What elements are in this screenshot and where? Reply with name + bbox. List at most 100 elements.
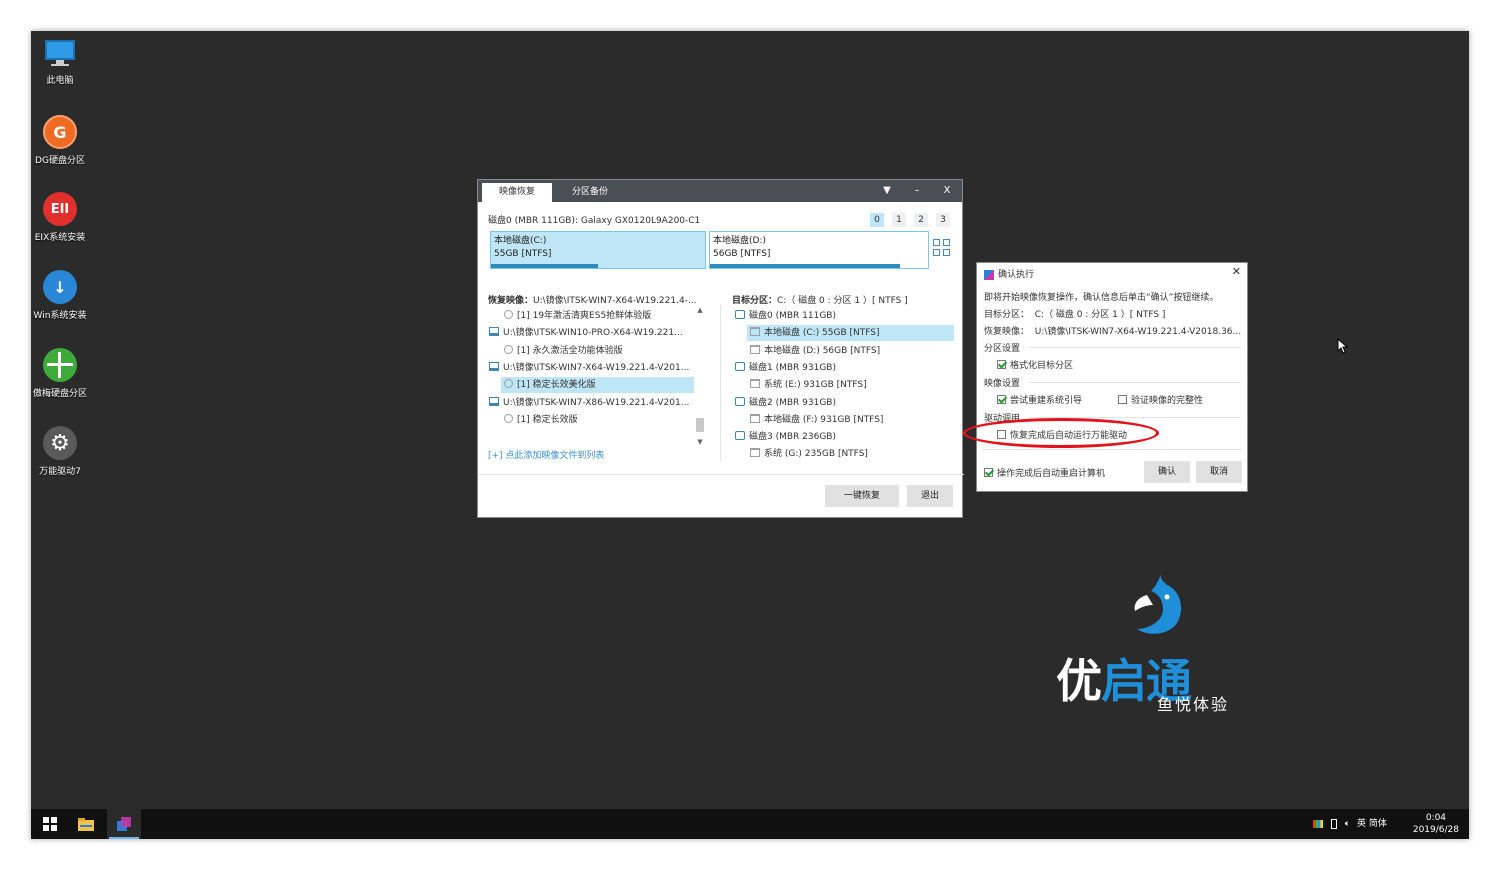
tree-row[interactable]: 本地磁盘 (F:) 931GB [NTFS] — [747, 412, 954, 428]
tree-row-label: 本地磁盘 (C:) 55GB [NTFS] — [764, 328, 880, 339]
disk-number-button[interactable]: 1 — [892, 213, 906, 227]
tree-row[interactable]: 本地磁盘 (D:) 56GB [NTFS] — [747, 343, 954, 359]
tree-row[interactable]: 本地磁盘 (C:) 55GB [NTFS] — [747, 325, 954, 342]
disk-icon — [735, 431, 745, 441]
divider — [478, 474, 964, 475]
restore-tool-taskbar-button[interactable] — [107, 809, 141, 839]
confirm-dialog: 确认执行 ✕ 即将开始映像恢复操作，确认信息后单击“确认”按钮继续。 目标分区：… — [976, 262, 1248, 492]
disk-number-button[interactable]: 0 — [870, 213, 884, 227]
fish-icon — [1134, 573, 1182, 634]
pc-icon — [489, 361, 499, 371]
close-icon[interactable]: ✕ — [1232, 265, 1241, 278]
usb-icon[interactable] — [1330, 818, 1337, 829]
desktop-icon-dg-partition[interactable]: G DG硬盘分区 — [31, 115, 89, 166]
title-bar: 映像恢复 分区备份 ▼ – X — [478, 180, 962, 202]
clock-time: 0:04 — [1425, 813, 1447, 823]
computer-icon — [43, 39, 77, 69]
checkbox-icon[interactable] — [997, 360, 1006, 369]
clock[interactable]: 0:04 2019/6/28 — [1413, 812, 1459, 836]
tree-row[interactable]: 系统 (E:) 931GB [NTFS] — [747, 377, 954, 393]
flag-icon[interactable] — [1313, 819, 1323, 828]
image-icon — [504, 310, 513, 319]
pc-icon — [489, 327, 499, 337]
scroll-thumb[interactable] — [696, 418, 704, 432]
dg-partition-icon: G — [43, 115, 77, 149]
tab-partition-backup[interactable]: 分区备份 — [555, 183, 625, 202]
cancel-button[interactable]: 取消 — [1196, 461, 1242, 483]
close-button[interactable]: X — [934, 180, 960, 202]
divider — [982, 449, 1242, 450]
disk-number-button[interactable]: 3 — [936, 213, 950, 227]
desktop-icon-aomei-partition[interactable]: 傲梅硬盘分区 — [31, 348, 89, 399]
universal-driver-icon: ⚙ — [43, 426, 77, 460]
target-partition-label: 目标分区：C:（ 磁盘 0 : 分区 1 ）[ NTFS ] — [732, 296, 908, 306]
minimize-button[interactable]: – — [904, 180, 930, 202]
disk-icon — [735, 396, 745, 406]
tree-row[interactable]: U:\镜像\ITSK-WIN7-X86-W19.221.4-V201... — [486, 395, 694, 411]
desktop-icon-label: Win系统安装 — [33, 311, 87, 321]
dropdown-icon[interactable]: ▼ — [874, 180, 900, 202]
folder-icon — [750, 379, 760, 389]
disk-number-button[interactable]: 2 — [914, 213, 928, 227]
tree-row[interactable]: [1] 19年激活清爽ES5抢鲜体验版 — [501, 308, 694, 324]
tree-row[interactable]: 磁盘0 (MBR 111GB) — [732, 308, 954, 324]
highlight-oval — [963, 418, 1159, 448]
desktop-icon-eix-install[interactable]: EII EIX系统安装 — [31, 192, 89, 243]
clock-date: 2019/6/28 — [1412, 825, 1459, 835]
tree-row[interactable]: 磁盘3 (MBR 236GB) — [732, 429, 954, 445]
file-explorer-button[interactable] — [69, 809, 103, 839]
format-target-checkbox[interactable]: 格式化目标分区 — [997, 358, 1073, 371]
partition-size: 56GB [NTFS] — [713, 249, 771, 259]
tree-row-label: 本地磁盘 (F:) 931GB [NTFS] — [764, 414, 884, 425]
desktop-icon-label: EIX系统安装 — [34, 233, 86, 243]
desktop: 此电脑 G DG硬盘分区 EII EIX系统安装 ↓ Win系统安装 傲梅硬盘分… — [31, 31, 1469, 839]
desktop-icon-universal-driver[interactable]: ⚙ 万能驱动7 — [31, 426, 89, 477]
volume-icon[interactable]: 🔈︎ — [1345, 819, 1350, 829]
scroll-down-icon[interactable]: ▼ — [695, 438, 705, 446]
confirm-button[interactable]: 确认 — [1144, 461, 1190, 483]
partition-block-c[interactable]: 本地磁盘(C:) 55GB [NTFS] — [490, 231, 706, 269]
image-tree-scrollbar[interactable]: ▲ ▼ — [695, 306, 705, 450]
section-partition-settings: 分区设置 — [984, 344, 1021, 354]
folder-icon — [750, 327, 760, 337]
desktop-icon-win-install[interactable]: ↓ Win系统安装 — [31, 270, 89, 321]
partition-size: 55GB [NTFS] — [494, 249, 552, 259]
one-click-restore-button[interactable]: 一键恢复 — [825, 485, 899, 507]
checkbox-icon[interactable] — [1118, 395, 1127, 404]
tree-row[interactable]: [1] 稳定长效版 — [501, 412, 694, 428]
start-button[interactable] — [33, 809, 67, 839]
tree-row[interactable]: U:\镜像\ITSK-WIN7-X64-W19.221.4-V201... — [486, 360, 694, 376]
tree-row[interactable]: [1] 稳定长效美化版 — [501, 377, 694, 394]
verify-image-checkbox[interactable]: 验证映像的完整性 — [1118, 393, 1203, 406]
desktop-icon-label: 此电脑 — [46, 76, 74, 86]
checkbox-icon[interactable] — [984, 468, 993, 477]
auto-reboot-checkbox[interactable]: 操作完成后自动重启计算机 — [984, 466, 1105, 479]
tree-row[interactable]: [1] 永久激活全功能体验版 — [501, 343, 694, 359]
ime-indicator[interactable]: 英 简体 — [1357, 819, 1387, 829]
tree-row[interactable]: 磁盘1 (MBR 931GB) — [732, 360, 954, 376]
divider — [1029, 382, 1241, 383]
tree-row[interactable]: 系统 (G:) 235GB [NTFS] — [747, 446, 954, 462]
brand-logo: 优启通 鱼悦体验 — [1051, 569, 1261, 719]
desktop-icon-label: DG硬盘分区 — [35, 156, 85, 166]
layout-grid-icon[interactable] — [933, 239, 951, 257]
tree-row[interactable]: U:\镜像\ITSK-WIN10-PRO-X64-W19.221... — [486, 325, 694, 341]
system-tray: 🔈︎ 英 简体 — [1313, 809, 1387, 839]
scroll-up-icon[interactable]: ▲ — [695, 306, 705, 314]
divider — [720, 305, 721, 461]
disk-icon — [735, 310, 745, 319]
tree-row-label: [1] 永久激活全功能体验版 — [517, 345, 623, 356]
confirm-target: 目标分区： C:（ 磁盘 0 : 分区 1 ）[ NTFS ] — [984, 310, 1166, 320]
tab-image-restore[interactable]: 映像恢复 — [482, 183, 553, 202]
folder-icon — [750, 413, 760, 423]
partition-block-d[interactable]: 本地磁盘(D:) 56GB [NTFS] — [709, 231, 929, 269]
confirm-message: 即将开始映像恢复操作，确认信息后单击“确认”按钮继续。 — [984, 293, 1219, 303]
add-image-link[interactable]: [+] 点此添加映像文件到列表 — [488, 448, 604, 461]
tree-row-label: U:\镜像\ITSK-WIN7-X86-W19.221.4-V201... — [503, 397, 690, 408]
exit-button[interactable]: 退出 — [907, 485, 953, 507]
rebuild-boot-checkbox[interactable]: 尝试重建系统引导 — [997, 393, 1082, 406]
app-icon — [117, 817, 131, 831]
tree-row[interactable]: 磁盘2 (MBR 931GB) — [732, 395, 954, 411]
desktop-icon-this-pc[interactable]: 此电脑 — [31, 39, 89, 86]
checkbox-icon[interactable] — [997, 395, 1006, 404]
